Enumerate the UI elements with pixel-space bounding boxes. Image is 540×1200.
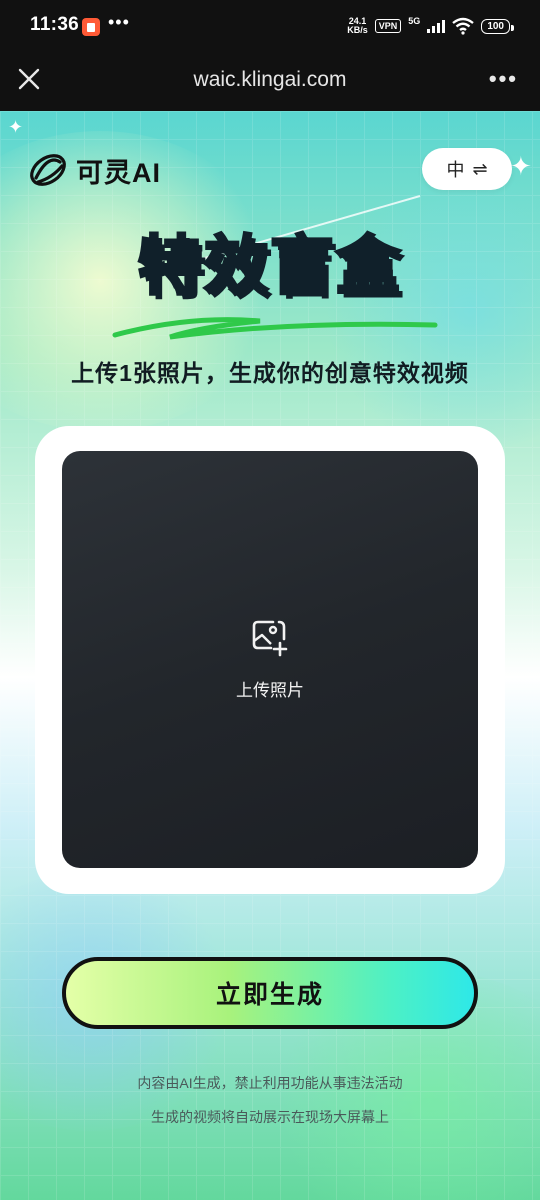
display-notice-text: 生成的视频将自动展示在现场大屏幕上 [151,1109,389,1125]
generate-button-label: 立即生成 [215,981,324,1009]
sparkle-icon: ✦ [8,117,24,137]
brand-logo: 可灵AI [26,148,161,192]
browser-toolbar: waic.klingai.com ••• [0,52,540,111]
page-subtitle: 上传1张照片，生成你的创意特效视频 [71,360,469,386]
battery-icon: 100 [481,18,514,34]
status-indicators: 24.1 KB/s VPN 5G 100 [347,14,514,38]
upload-photo-label: 上传照片 [236,681,304,700]
network-speed-unit: KB/s [347,25,368,35]
title-part-effects: 特效 [137,230,270,303]
status-bar: 11:36 ••• 24.1 KB/s VPN 5G 100 [0,0,540,52]
status-more-dots: ••• [108,12,130,32]
upload-photo-area[interactable]: 上传照片 [62,451,478,868]
page-content: ✦ ✦ 可灵AI 中 ⇌ 特效盲盒 上传1张照片，生成你的创意特效视频 上传照片… [0,111,540,1200]
status-time: 11:36 [30,14,80,35]
language-toggle-button[interactable]: 中 ⇌ [422,148,512,190]
kling-logo-icon [30,154,66,186]
app-notification-icon [82,18,100,36]
wifi-icon [452,17,475,35]
page-title: 特效盲盒 [0,230,540,303]
add-image-icon [252,620,288,657]
signal-icon [427,19,446,33]
vpn-badge: VPN [374,19,402,33]
title-part-blindbox: 盲盒 [269,230,402,303]
sparkle-icon: ✦ [510,151,532,181]
network-speed: 24.1 KB/s [347,17,368,35]
disclaimer-text: 内容由AI生成，禁止利用功能从事违法活动 [137,1075,403,1091]
more-menu-icon[interactable]: ••• [489,66,518,92]
swap-icon: ⇌ [472,158,488,179]
title-underline-swoosh [112,317,438,340]
network-type: 5G [408,16,421,26]
brand-name: 可灵AI [76,157,161,188]
page-url: waic.klingai.com [193,68,347,91]
generate-now-button[interactable]: 立即生成 [62,957,478,1029]
language-label: 中 [446,160,465,180]
